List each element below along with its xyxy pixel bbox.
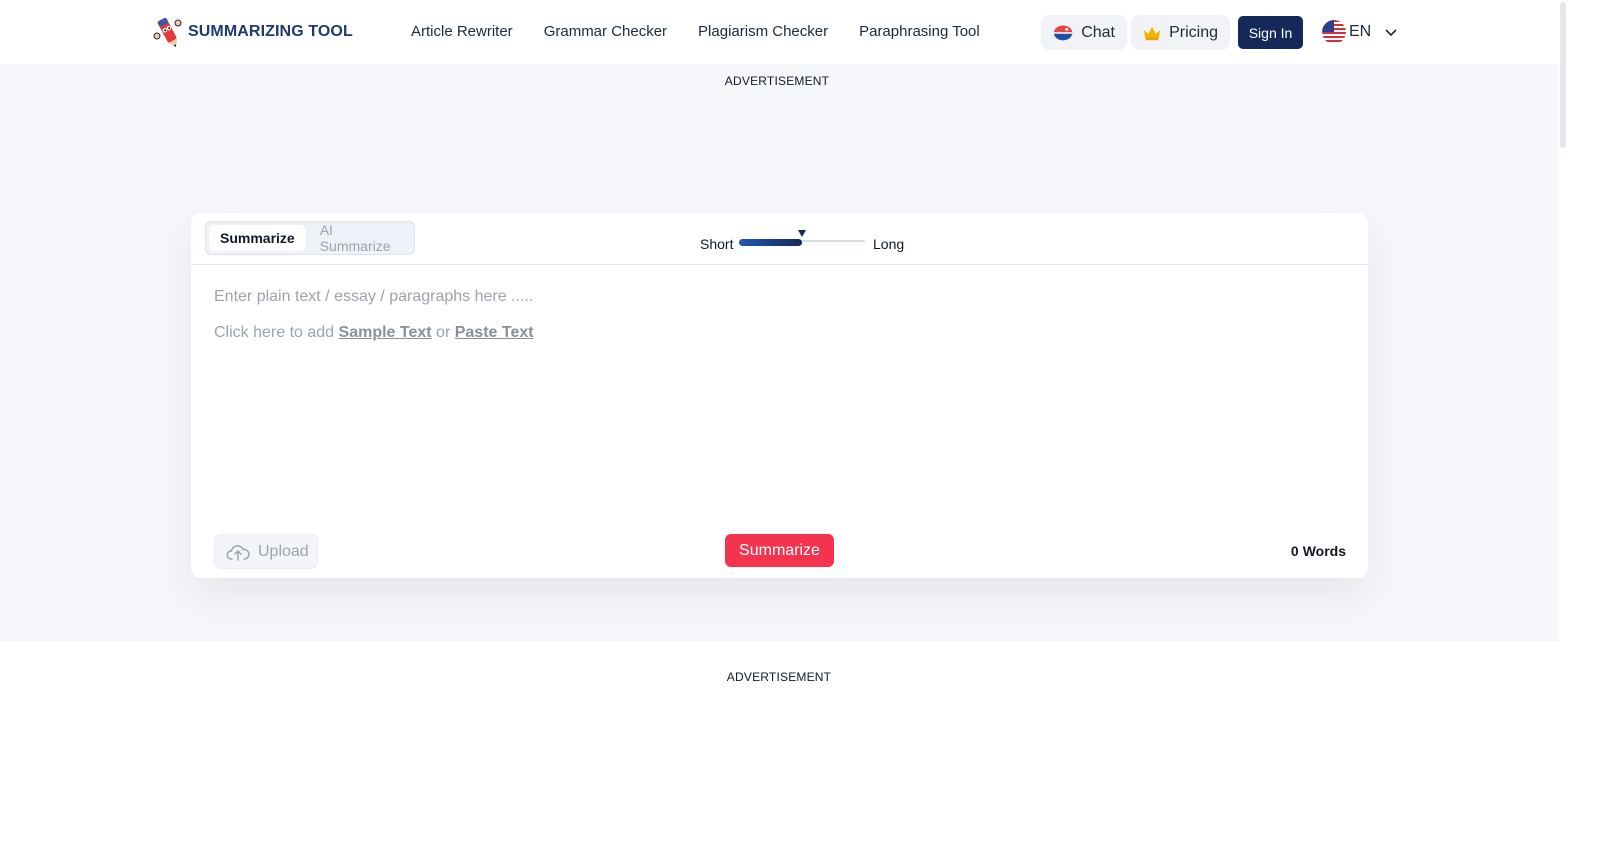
sample-text-link[interactable]: Sample Text (339, 324, 432, 341)
sign-in-button[interactable]: Sign In (1238, 16, 1303, 49)
language-code: EN (1349, 23, 1372, 40)
length-min-label: Short (700, 236, 734, 252)
main-nav: Article Rewriter Grammar Checker Plagiar… (411, 22, 980, 42)
advertisement-label-bottom: ADVERTISEMENT (726, 670, 832, 684)
text-input-area[interactable]: Enter plain text / essay / paragraphs he… (214, 285, 1344, 515)
language-selector[interactable]: EN (1322, 20, 1398, 44)
pencil-mascot-icon (153, 17, 182, 48)
brand-name: SUMMARIZING TOOL (188, 23, 353, 40)
summarizer-card: Summarize AI Summarize Short Long Enter … (191, 213, 1368, 578)
tab-ai-summarize[interactable]: AI Summarize (309, 222, 411, 254)
paste-text-link[interactable]: Paste Text (455, 324, 534, 341)
cloud-upload-icon (226, 544, 250, 561)
chat-label: Chat (1081, 23, 1115, 41)
hint-prefix: Click here to add (214, 324, 339, 341)
word-count-value: 0 (1290, 543, 1299, 559)
editor-hint: Click here to add Sample Text or Paste T… (214, 323, 1344, 343)
hint-or: or (431, 324, 455, 341)
nav-paraphrasing-tool[interactable]: Paraphrasing Tool (859, 22, 980, 42)
mode-tabs: Summarize AI Summarize (205, 221, 415, 255)
scrollbar-thumb[interactable] (1560, 2, 1566, 148)
summarize-button[interactable]: Summarize (725, 534, 834, 567)
pricing-button[interactable]: Pricing (1131, 15, 1230, 50)
card-toolbar: Summarize AI Summarize Short Long (191, 213, 1368, 265)
chat-logo-icon (1053, 25, 1073, 40)
tab-summarize[interactable]: Summarize (209, 225, 306, 251)
chat-button[interactable]: Chat (1041, 15, 1127, 50)
nav-plagiarism-checker[interactable]: Plagiarism Checker (698, 22, 828, 42)
us-flag-icon (1322, 20, 1346, 44)
word-count: 0 Words (1291, 543, 1346, 559)
brand-logo[interactable]: SUMMARIZING TOOL (152, 14, 353, 50)
chevron-down-icon (1385, 29, 1397, 37)
editor-placeholder: Enter plain text / essay / paragraphs he… (214, 288, 534, 305)
word-count-unit: Words (1302, 543, 1346, 559)
advertisement-label-top: ADVERTISEMENT (724, 74, 830, 88)
length-max-label: Long (873, 236, 905, 252)
page-scrollbar[interactable] (1559, 0, 1599, 860)
upload-button[interactable]: Upload (214, 534, 318, 569)
slider-handle[interactable] (798, 230, 806, 237)
nav-grammar-checker[interactable]: Grammar Checker (544, 22, 667, 42)
crown-icon (1143, 26, 1161, 40)
upload-label: Upload (258, 542, 309, 560)
top-header: SUMMARIZING TOOL Article Rewriter Gramma… (0, 0, 1559, 64)
pricing-label: Pricing (1169, 23, 1218, 41)
slider-fill (739, 239, 802, 246)
nav-article-rewriter[interactable]: Article Rewriter (411, 22, 513, 42)
